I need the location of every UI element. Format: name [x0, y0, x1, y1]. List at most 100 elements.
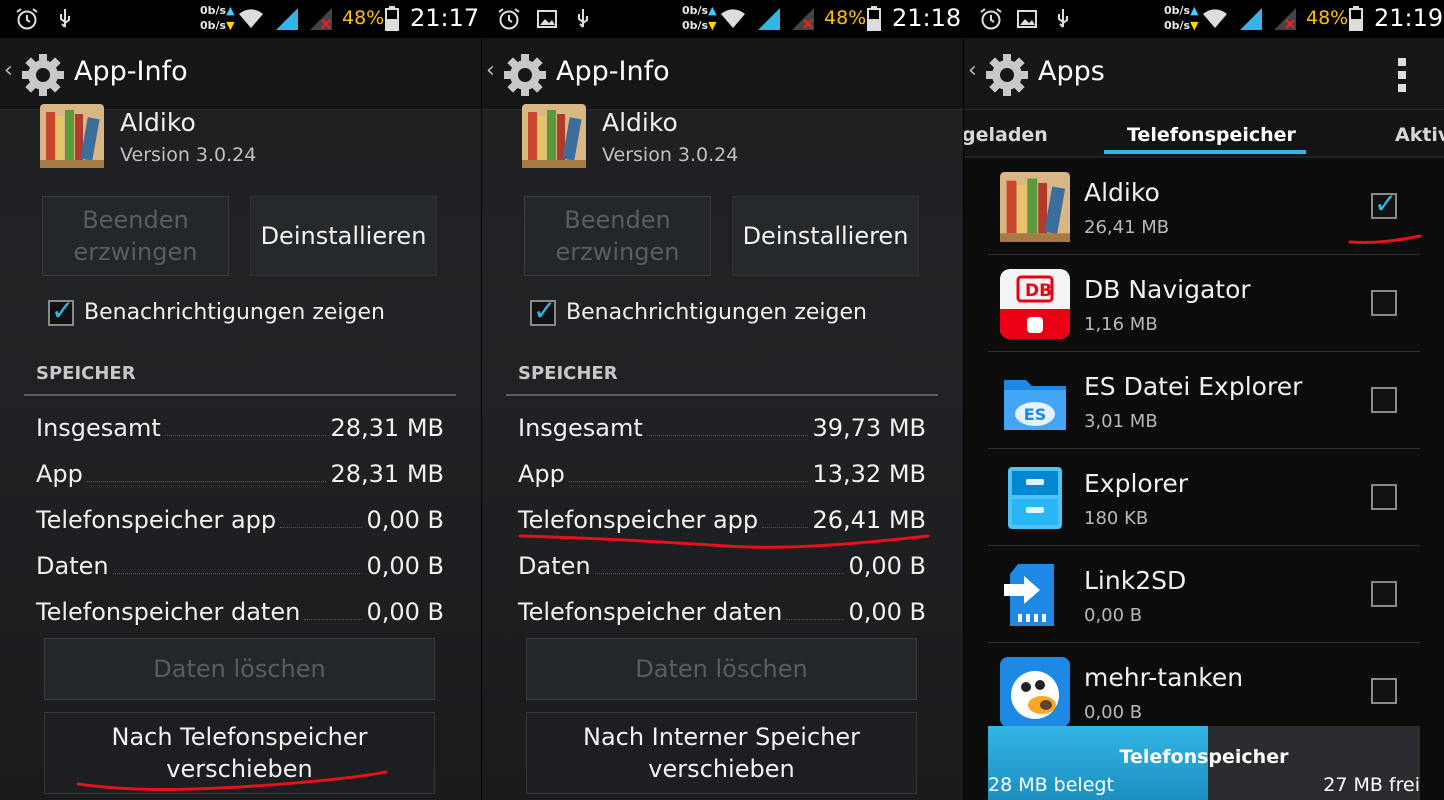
app-name: Aldiko: [602, 108, 678, 137]
notifications-label: Benachrichtigungen zeigen: [566, 300, 867, 325]
app-list-item[interactable]: DB DB Navigator 1,16 MB: [988, 255, 1420, 352]
battery-icon: [867, 6, 881, 31]
tab-downloaded[interactable]: geladen: [964, 124, 1048, 146]
notifications-checkbox[interactable]: ✓: [530, 294, 556, 327]
section-title-storage: SPEICHER: [518, 363, 618, 384]
image-icon: [537, 10, 557, 28]
app-checkbox[interactable]: [1371, 484, 1397, 510]
app-checkbox[interactable]: [1371, 387, 1397, 413]
section-title-storage: SPEICHER: [36, 363, 136, 384]
mehr-tanken-app-icon: [1000, 657, 1070, 727]
app-list-item[interactable]: Link2SD 0,00 B: [988, 546, 1420, 643]
battery-icon: [385, 6, 399, 31]
settings-gear-icon[interactable]: [18, 50, 68, 100]
storage-row-total: Insgesamt 28,31 MB: [36, 414, 444, 442]
app-checkbox[interactable]: ✓: [1371, 187, 1397, 220]
battery-percent: 48%: [1306, 7, 1349, 29]
db-logo-text: DB: [1025, 281, 1053, 301]
app-size: 0,00 B: [1084, 702, 1143, 723]
uninstall-button[interactable]: Deinstallieren: [732, 196, 919, 276]
settings-gear-icon[interactable]: [982, 50, 1032, 100]
clock: 21:19: [1374, 4, 1444, 32]
storage-row-phone-data: Telefonspeicher daten 0,00 B: [36, 598, 444, 626]
storage-free-label: 27 MB frei: [1323, 774, 1420, 796]
signal-icon: [1240, 8, 1262, 30]
svg-text:ES: ES: [1024, 405, 1046, 424]
app-name: DB Navigator: [1084, 275, 1251, 304]
battery-percent: 48%: [824, 7, 867, 29]
move-to-internal-storage-button[interactable]: Nach Interner Speicher verschieben: [526, 712, 917, 794]
app-list-item[interactable]: Aldiko 26,41 MB ✓: [988, 158, 1422, 255]
tab-running[interactable]: Aktiv: [1395, 124, 1444, 146]
app-checkbox[interactable]: [1371, 678, 1397, 704]
overflow-menu-icon[interactable]: [1396, 58, 1408, 92]
network-speed: 0b/s▲ 0b/s▼: [200, 4, 235, 32]
action-bar: ‹ App-Info: [482, 38, 963, 110]
signal-icon: [758, 8, 780, 30]
app-checkbox[interactable]: [1371, 581, 1397, 607]
app-name: Explorer: [1084, 469, 1189, 498]
storage-row-data: Daten 0,00 B: [36, 552, 444, 580]
image-icon: [1017, 10, 1037, 28]
back-chevron-icon[interactable]: ‹: [4, 58, 13, 83]
tab-phone-storage[interactable]: Telefonspeicher: [1127, 124, 1296, 146]
screen-apps-list: 0b/s▲ 0b/s▼ 48% 21:19 ‹ Apps geladen Tele…: [964, 0, 1444, 800]
storage-row-phone-app: Telefonspeicher app 0,00 B: [36, 506, 444, 534]
force-stop-button[interactable]: Beenden erzwingen: [42, 196, 229, 276]
app-list-item[interactable]: Explorer 180 KB: [988, 449, 1420, 546]
checkmark-icon: ✓: [51, 294, 75, 327]
app-size: 1,16 MB: [1084, 314, 1158, 335]
screen-app-info-1: 0b/s▲ 0b/s▼ 48% 21:17 ‹ App-Info Aldiko V…: [0, 0, 481, 800]
storage-row-phone-data: Telefonspeicher daten 0,00 B: [518, 598, 926, 626]
clear-data-button[interactable]: Daten löschen: [526, 638, 917, 700]
checkmark-icon: ✓: [1374, 187, 1398, 220]
checkmark-icon: ✓: [533, 294, 557, 327]
app-size: 26,41 MB: [1084, 217, 1170, 238]
status-bar: 0b/s▲ 0b/s▼ 48% 21:19: [964, 0, 1444, 38]
app-version: Version 3.0.24: [120, 144, 257, 166]
usb-icon: [1058, 9, 1068, 28]
signal-no-sim-icon: [792, 8, 814, 30]
usb-icon: [60, 9, 70, 28]
app-checkbox[interactable]: [1371, 290, 1397, 316]
force-stop-button[interactable]: Beenden erzwingen: [524, 196, 711, 276]
storage-row-data: Daten 0,00 B: [518, 552, 926, 580]
wifi-icon: [239, 9, 263, 28]
back-chevron-icon[interactable]: ‹: [968, 58, 977, 83]
uninstall-button[interactable]: Deinstallieren: [250, 196, 437, 276]
wifi-icon: [721, 9, 745, 28]
page-title: Apps: [1038, 56, 1105, 87]
network-speed: 0b/s▲ 0b/s▼: [1164, 4, 1199, 32]
screen-app-info-2: 0b/s▲ 0b/s▼ 48% 21:18 ‹ App-Info Aldiko V…: [482, 0, 963, 800]
status-bar: 0b/s▲ 0b/s▼ 48% 21:17: [0, 0, 481, 38]
action-bar: ‹ Apps: [964, 38, 1444, 110]
app-name: Link2SD: [1084, 566, 1187, 595]
notifications-checkbox[interactable]: ✓: [48, 294, 74, 327]
es-file-explorer-app-icon: ES: [1004, 380, 1066, 430]
page-title: App-Info: [556, 56, 670, 87]
battery-icon: [1349, 6, 1363, 31]
panel-separator: [963, 0, 964, 800]
page-title: App-Info: [74, 56, 188, 87]
clear-data-button[interactable]: Daten löschen: [44, 638, 435, 700]
storage-row-phone-app: Telefonspeicher app 26,41 MB: [518, 506, 926, 534]
aldiko-app-icon: [40, 104, 104, 168]
app-list-item[interactable]: ES ES Datei Explorer 3,01 MB: [988, 352, 1420, 449]
signal-no-sim-icon: [1274, 8, 1296, 30]
status-bar: 0b/s▲ 0b/s▼ 48% 21:18: [482, 0, 963, 38]
app-version: Version 3.0.24: [602, 144, 739, 166]
clock: 21:17: [410, 4, 480, 32]
file-cabinet-app-icon: [1008, 467, 1062, 529]
app-name: ES Datei Explorer: [1084, 372, 1303, 401]
app-list-item[interactable]: mehr-tanken 0,00 B: [988, 643, 1420, 727]
section-divider: [24, 394, 456, 396]
move-to-phone-storage-button[interactable]: Nach Telefonspeicher verschieben: [44, 712, 435, 794]
app-name: Aldiko: [1084, 178, 1160, 207]
app-size: 180 KB: [1084, 508, 1149, 529]
app-size: 0,00 B: [1084, 605, 1143, 626]
back-chevron-icon[interactable]: ‹: [486, 58, 495, 83]
alarm-icon: [498, 8, 520, 30]
app-size: 3,01 MB: [1084, 411, 1158, 432]
alarm-icon: [16, 8, 38, 30]
settings-gear-icon[interactable]: [500, 50, 550, 100]
